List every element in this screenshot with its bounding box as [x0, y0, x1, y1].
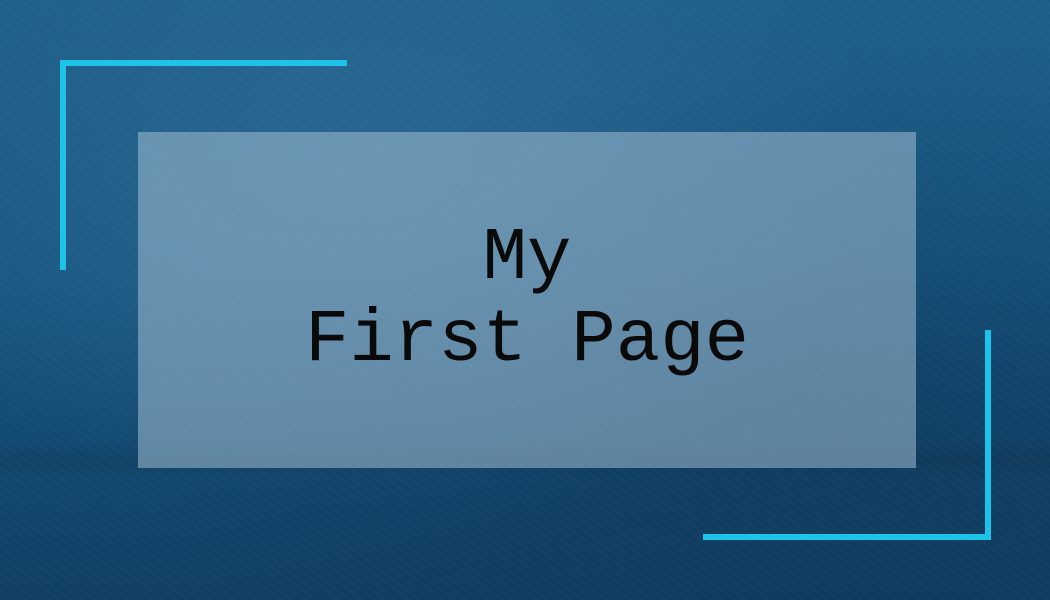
page-title-line-1: My	[482, 217, 572, 301]
title-panel: My First Page	[138, 132, 916, 468]
page-title-line-2: First Page	[304, 299, 750, 383]
page-title: My First Page	[305, 218, 749, 382]
slide-background: My First Page	[0, 0, 1050, 600]
